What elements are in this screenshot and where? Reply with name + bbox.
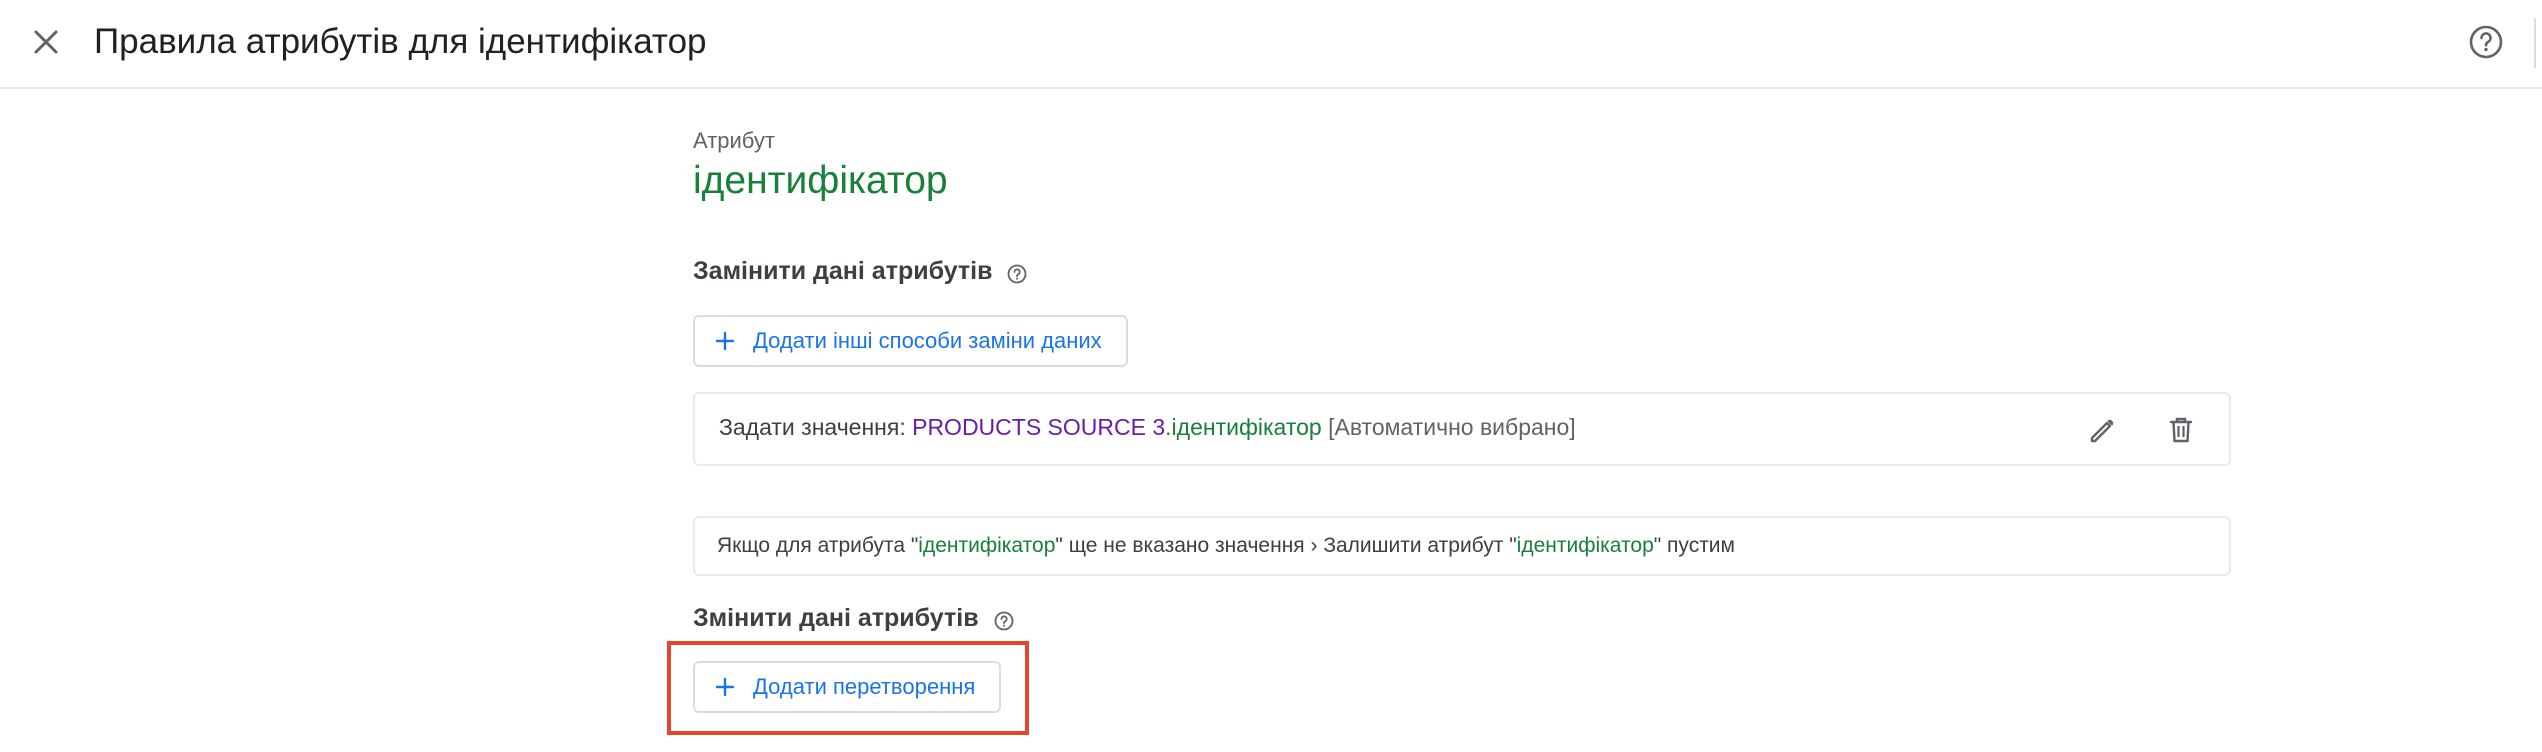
fallback-attr1: ідентифікатор [918,534,1056,557]
rule-note: [Автоматично вибрано] [1321,414,1576,440]
close-button[interactable] [26,22,66,62]
modify-section-title: Змінити дані атрибутів [693,601,1015,635]
rule-field: ідентифікатор [1171,414,1322,440]
help-button[interactable] [2466,22,2506,62]
modify-section-label: Змінити дані атрибутів [693,604,979,632]
fallback-info-card: Якщо для атрибута "ідентифікатор" ще не … [693,516,2231,576]
add-transformation-label: Додати перетворення [753,674,976,699]
delete-icon [2169,417,2193,443]
attribute-name: ідентифікатор [693,159,948,202]
close-icon [34,30,58,54]
rule-source: PRODUCTS SOURCE 3 [912,414,1166,440]
add-replace-method-button[interactable]: Додати інші способи заміни даних [693,315,1128,367]
plus-icon [715,677,735,697]
fallback-text: Якщо для атрибута "ідентифікатор" ще не … [717,534,1735,558]
rule-prefix: Задати значення: [719,414,913,440]
fallback-attr2: ідентифікатор [1516,534,1654,557]
help-icon[interactable] [1006,260,1028,284]
rule-text: Задати значення: PRODUCTS SOURCE 3.ідент… [719,414,1576,441]
replace-section-label: Замінити дані атрибутів [693,257,993,285]
attribute-caption: Атрибут [693,128,775,153]
fallback-part2: " ще не вказано значення › Залишити атри… [1055,534,1517,557]
fallback-part1: Якщо для атрибута " [717,534,919,557]
replace-section-title: Замінити дані атрибутів [693,254,1028,288]
plus-icon [715,331,735,351]
replace-rule-card: Задати значення: PRODUCTS SOURCE 3.ідент… [693,392,2231,466]
fallback-part3: " пустим [1653,534,1735,557]
header-divider [2534,18,2536,68]
delete-rule-button[interactable] [2163,412,2199,448]
edit-icon [2090,419,2114,443]
edit-rule-button[interactable] [2085,412,2121,448]
add-replace-method-label: Додати інші способи заміни даних [753,328,1102,353]
dialog-header: Правила атрибутів для ідентифікатор [0,0,2542,89]
help-icon [2469,25,2503,59]
page-title: Правила атрибутів для ідентифікатор [94,22,707,61]
help-icon[interactable] [993,607,1015,631]
add-transformation-button[interactable]: Додати перетворення [693,661,1002,713]
